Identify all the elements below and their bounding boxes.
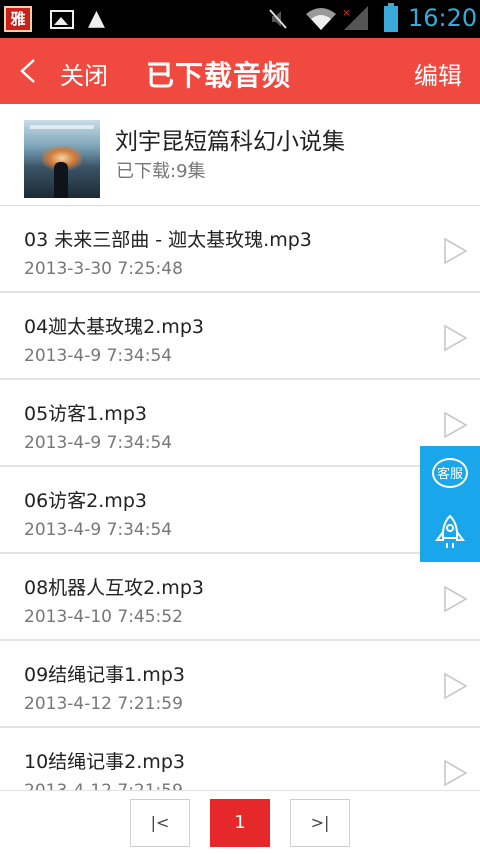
customer-service-button[interactable]: 客服 — [420, 446, 480, 504]
play-icon[interactable] — [440, 236, 470, 266]
list-item[interactable]: 03 未来三部曲 - 迦太基玫瑰.mp3 2013-3-30 7:25:48 — [0, 206, 480, 293]
pagination: |< 1 >| — [0, 790, 480, 854]
track-timestamp: 2013-4-9 7:34:54 — [24, 433, 173, 453]
track-title: 08机器人互攻2.mp3 — [24, 577, 204, 599]
app-header: 关闭 已下载音频 编辑 — [0, 38, 480, 104]
warning-icon: ▲ — [88, 6, 105, 31]
track-timestamp: 2013-3-30 7:25:48 — [24, 259, 183, 279]
edit-button[interactable]: 编辑 — [414, 56, 462, 91]
close-label: 关闭 — [60, 62, 108, 90]
signal-icon: × — [342, 6, 368, 30]
wifi-icon — [306, 8, 336, 30]
svg-text:×: × — [342, 6, 351, 19]
play-icon[interactable] — [440, 323, 470, 353]
play-icon[interactable] — [440, 410, 470, 440]
track-timestamp: 2013-4-10 7:45:52 — [24, 607, 183, 627]
play-icon[interactable] — [440, 671, 470, 701]
status-bar: 雅 ▲ × 16:20 — [0, 0, 480, 38]
cover-title-strip — [30, 125, 94, 129]
current-page-button[interactable]: 1 — [210, 799, 270, 847]
track-timestamp: 2013-4-9 7:34:54 — [24, 346, 173, 366]
scroll-top-button[interactable] — [420, 504, 480, 562]
play-icon[interactable] — [440, 584, 470, 614]
track-title: 04迦太基玫瑰2.mp3 — [24, 316, 204, 338]
track-list[interactable]: 03 未来三部曲 - 迦太基玫瑰.mp3 2013-3-30 7:25:48 0… — [0, 206, 480, 790]
page-title: 已下载音频 — [146, 59, 292, 92]
track-title: 09结绳记事1.mp3 — [24, 664, 185, 686]
list-item[interactable]: 10结绳记事2.mp3 2013-4-12 7:21:59 — [0, 728, 480, 790]
app-badge-icon: 雅 — [4, 6, 32, 32]
gallery-icon — [50, 10, 74, 29]
list-item[interactable]: 08机器人互攻2.mp3 2013-4-10 7:45:52 — [0, 554, 480, 641]
mute-icon — [269, 9, 287, 29]
play-icon[interactable] — [440, 758, 470, 788]
chevron-left-icon — [20, 59, 35, 83]
list-item[interactable]: 05访客1.mp3 2013-4-9 7:34:54 — [0, 380, 480, 467]
customer-service-label: 客服 — [436, 467, 463, 482]
track-title: 10结绳记事2.mp3 — [24, 751, 185, 773]
close-button[interactable]: 关闭 — [8, 38, 118, 104]
floating-side-panel: 客服 — [420, 446, 480, 562]
cover-figure-graphic — [54, 162, 68, 198]
battery-icon — [384, 3, 398, 32]
track-title: 06访客2.mp3 — [24, 490, 147, 512]
track-title: 05访客1.mp3 — [24, 403, 147, 425]
track-title: 03 未来三部曲 - 迦太基玫瑰.mp3 — [24, 229, 312, 251]
album-header[interactable]: 刘宇昆短篇科幻小说集 已下载:9集 — [0, 104, 480, 206]
track-timestamp: 2013-4-12 7:21:59 — [24, 781, 183, 790]
last-page-button[interactable]: >| — [290, 799, 350, 847]
list-item[interactable]: 09结绳记事1.mp3 2013-4-12 7:21:59 — [0, 641, 480, 728]
list-item[interactable]: 04迦太基玫瑰2.mp3 2013-4-9 7:34:54 — [0, 293, 480, 380]
first-page-button[interactable]: |< — [130, 799, 190, 847]
album-title: 刘宇昆短篇科幻小说集 — [115, 129, 345, 155]
rocket-icon — [435, 514, 465, 548]
track-timestamp: 2013-4-9 7:34:54 — [24, 520, 173, 540]
album-cover-image — [24, 120, 100, 198]
track-timestamp: 2013-4-12 7:21:59 — [24, 694, 183, 714]
status-time: 16:20 — [408, 4, 478, 32]
downloaded-count: 已下载:9集 — [116, 161, 206, 182]
list-item[interactable]: 06访客2.mp3 2013-4-9 7:34:54 — [0, 467, 480, 554]
